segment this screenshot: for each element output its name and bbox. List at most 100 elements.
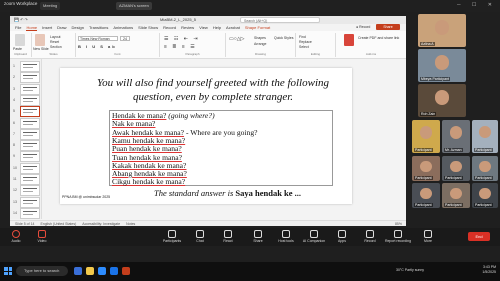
- control-audio[interactable]: Audio: [2, 230, 30, 243]
- window-controls[interactable]: ─ ☐ ✕: [457, 2, 497, 8]
- chrome-icon[interactable]: [110, 267, 118, 275]
- slide-thumbnail[interactable]: 7: [13, 128, 40, 140]
- system-clock[interactable]: 3:43 PM 1/5/2025: [482, 265, 496, 275]
- font-size-select[interactable]: 24: [120, 36, 130, 41]
- slide-thumbnail[interactable]: 6: [13, 117, 40, 129]
- tab-draw[interactable]: Draw: [57, 25, 66, 30]
- participant-tile[interactable]: Participant: [472, 183, 498, 208]
- paste-icon[interactable]: [15, 34, 25, 46]
- participant-tile[interactable]: Participant: [412, 156, 440, 181]
- quick-access-toolbar[interactable]: 💾 ↶ ↷: [14, 16, 28, 24]
- slide-thumbnail[interactable]: 10: [13, 162, 40, 174]
- slide-thumbnail[interactable]: 13: [13, 196, 40, 208]
- participant-tile[interactable]: Participant: [472, 156, 498, 181]
- language-status[interactable]: English (United States): [40, 222, 76, 226]
- replace-button[interactable]: Replace: [299, 40, 312, 44]
- participant-tile[interactable]: Roh Zain: [418, 84, 466, 117]
- meeting-controls: End Audio Video Participants Chat React Share…: [0, 228, 500, 246]
- control-share[interactable]: Share: [244, 230, 272, 243]
- control-ai-companion[interactable]: AI Companion: [300, 230, 328, 243]
- tab-slide-show[interactable]: Slide Show: [138, 25, 158, 30]
- slide-thumbnail[interactable]: 3: [13, 83, 40, 95]
- tab-insert[interactable]: Insert: [42, 25, 52, 30]
- participant-gallery: Azlina A Mbeya Participant Roh Zain Partici…: [410, 12, 500, 234]
- participant-tile[interactable]: Participant: [442, 183, 470, 208]
- zoom-app-icon[interactable]: [98, 267, 106, 275]
- control-host-tools[interactable]: Host tools: [272, 230, 300, 243]
- slide-thumbnail[interactable]: 8: [13, 140, 40, 152]
- align-buttons[interactable]: ≡ ≣ ≡ ☰: [164, 44, 197, 50]
- phrase-textbox[interactable]: Hendak ke mana? (going where?) Nak ke man…: [109, 110, 333, 186]
- control-record[interactable]: Record: [356, 230, 384, 243]
- tab-acrobat[interactable]: Acrobat: [226, 25, 240, 30]
- accessibility-status[interactable]: Accessibility: Investigate: [82, 222, 120, 226]
- participant-name: Participant: [414, 176, 433, 180]
- drawing-label: Drawing: [254, 52, 266, 56]
- new-slide-button[interactable]: New Slide: [33, 47, 49, 51]
- end-meeting-button[interactable]: End: [468, 232, 490, 241]
- tab-help[interactable]: Help: [213, 25, 221, 30]
- control-participants[interactable]: Participants: [158, 230, 186, 243]
- record-button[interactable]: ● Record: [356, 25, 370, 29]
- control-react[interactable]: React: [214, 230, 242, 243]
- slide-thumbnail[interactable]: 4: [13, 94, 40, 106]
- slide-thumbnail[interactable]: 2: [13, 72, 40, 84]
- weather-widget[interactable]: 30°C Partly sunny: [396, 268, 424, 272]
- powerpoint-icon[interactable]: [122, 267, 130, 275]
- control-chat[interactable]: Chat: [186, 230, 214, 243]
- tab-meeting[interactable]: Meeting: [40, 2, 61, 10]
- find-button[interactable]: Find: [299, 35, 306, 39]
- control-video[interactable]: Video: [28, 230, 56, 243]
- layout-button[interactable]: Layout: [50, 35, 61, 39]
- participant-tile[interactable]: Mbeya Participant: [418, 49, 466, 82]
- participant-tile[interactable]: Mr. Azman: [442, 120, 470, 153]
- task-view-icon[interactable]: [74, 267, 82, 275]
- quick-styles-button[interactable]: Quick Styles: [274, 36, 293, 40]
- notes-toggle[interactable]: Notes: [126, 222, 135, 226]
- current-slide[interactable]: You will also find yourself greeted with…: [60, 68, 352, 204]
- participant-tile[interactable]: Azlina A: [418, 14, 466, 47]
- slide-thumbnail[interactable]: 11: [13, 174, 40, 185]
- share-button[interactable]: Share: [376, 24, 400, 30]
- tab-animations[interactable]: Animations: [113, 25, 133, 30]
- paste-button[interactable]: Paste: [13, 47, 22, 51]
- control-more[interactable]: More: [414, 230, 442, 243]
- tab-shared-screen[interactable]: AZMAN's screen: [116, 2, 152, 10]
- tab-review[interactable]: Review: [181, 25, 194, 30]
- taskbar-search-input[interactable]: Type here to search: [16, 266, 68, 276]
- participant-tile[interactable]: Participant: [442, 156, 470, 181]
- pdf-icon[interactable]: [344, 34, 354, 46]
- shapes-button[interactable]: Shapes: [254, 36, 266, 40]
- zoom-level[interactable]: 85%: [395, 221, 402, 227]
- tab-design[interactable]: Design: [71, 25, 83, 30]
- slide-thumbnails-pane[interactable]: 1 2 3 4 5 6 7 8 9 10 11 12 13 14: [10, 59, 42, 219]
- participant-tile[interactable]: Participant: [412, 120, 440, 153]
- format-buttons[interactable]: B I U S ab: [78, 44, 117, 49]
- control-report-recording[interactable]: Report recording: [384, 230, 412, 243]
- windows-start-icon[interactable]: [4, 267, 12, 275]
- search-input[interactable]: Search (Alt+Q): [240, 17, 320, 23]
- participant-tile[interactable]: Participant: [412, 183, 440, 208]
- select-button[interactable]: Select: [299, 45, 309, 49]
- section-button[interactable]: Section: [50, 45, 62, 49]
- slide-thumbnail[interactable]: 9: [13, 151, 40, 163]
- slide-thumbnail[interactable]: 5: [13, 106, 40, 118]
- reset-button[interactable]: Reset: [50, 40, 59, 44]
- slide-thumbnail[interactable]: 12: [13, 185, 40, 197]
- tab-file[interactable]: File: [15, 25, 21, 30]
- participant-tile[interactable]: Participant: [472, 120, 498, 153]
- list-buttons[interactable]: ☰ ☷ ⇤ ⇥: [164, 36, 200, 42]
- tab-transitions[interactable]: Transitions: [89, 25, 108, 30]
- tab-shape-format[interactable]: Shape Format: [245, 25, 270, 30]
- tab-record[interactable]: Record: [163, 25, 176, 30]
- file-explorer-icon[interactable]: [86, 267, 94, 275]
- new-slide-icon[interactable]: [35, 34, 45, 46]
- control-apps[interactable]: Apps: [328, 230, 356, 243]
- font-family-select[interactable]: Times New Roman: [78, 36, 118, 41]
- slide-thumbnail[interactable]: 14: [13, 207, 40, 219]
- shapes-gallery-icon[interactable]: ▭○△▷: [229, 36, 244, 42]
- arrange-button[interactable]: Arrange: [254, 42, 266, 46]
- tab-view[interactable]: View: [199, 25, 208, 30]
- slide-thumbnail[interactable]: 1: [13, 61, 40, 72]
- create-pdf-button[interactable]: Create PDF and share link: [358, 36, 402, 40]
